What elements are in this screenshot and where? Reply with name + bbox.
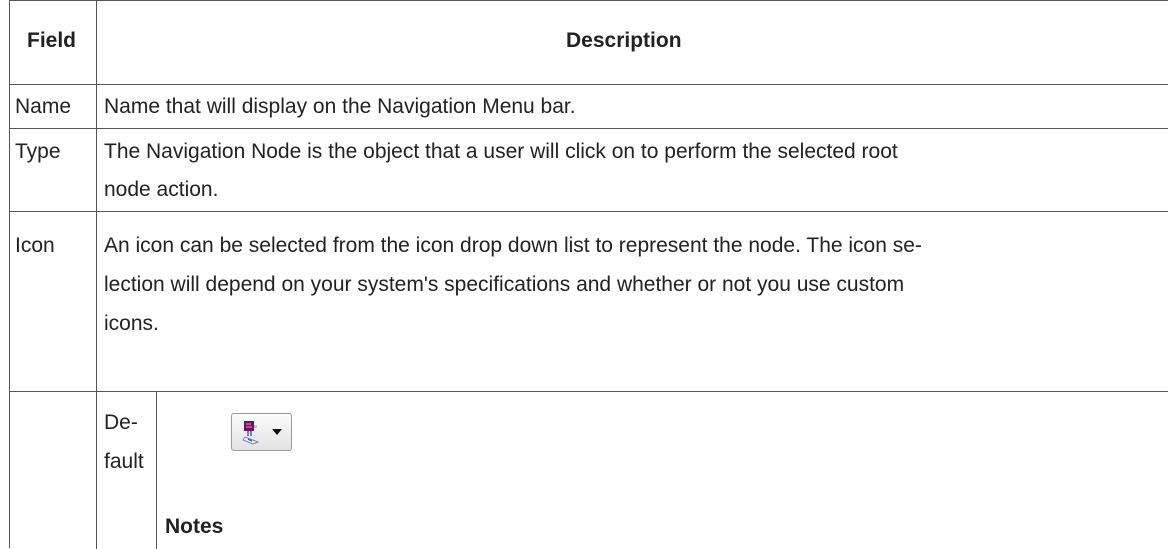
header-field: Field [27,29,77,52]
default-label-line2: fault [104,450,144,473]
notes-heading: Notes [165,515,224,538]
row-description-line: lection will depend on your system's spe… [104,273,905,296]
chevron-down-icon [272,429,282,435]
table-row: Icon An icon can be selected from the ic… [10,212,1168,392]
field-description-table: Field Description Name Name that will di… [9,0,1168,549]
header-description: Description [566,29,682,52]
table-row: Type The Navigation Node is the object t… [10,129,1168,212]
table-row: Name Name that will display on the Navig… [10,85,1168,129]
row-description-line: node action. [104,178,219,201]
default-icon-row: De- fault Notes [10,392,1168,549]
default-label-line1: De- [104,411,138,434]
row-description-line: icons. [104,312,159,335]
row-field: Type [15,140,61,163]
row-field: Name [15,95,72,118]
row-description: Name that will display on the Navigation… [104,95,576,118]
table-header-row: Field Description [10,1,1168,85]
row-field: Icon [15,234,55,257]
icon-dropdown-button[interactable] [231,413,292,451]
navigation-node-icon [242,420,266,452]
row-description-line: The Navigation Node is the object that a… [104,140,898,163]
row-description-line: An icon can be selected from the icon dr… [104,234,922,257]
